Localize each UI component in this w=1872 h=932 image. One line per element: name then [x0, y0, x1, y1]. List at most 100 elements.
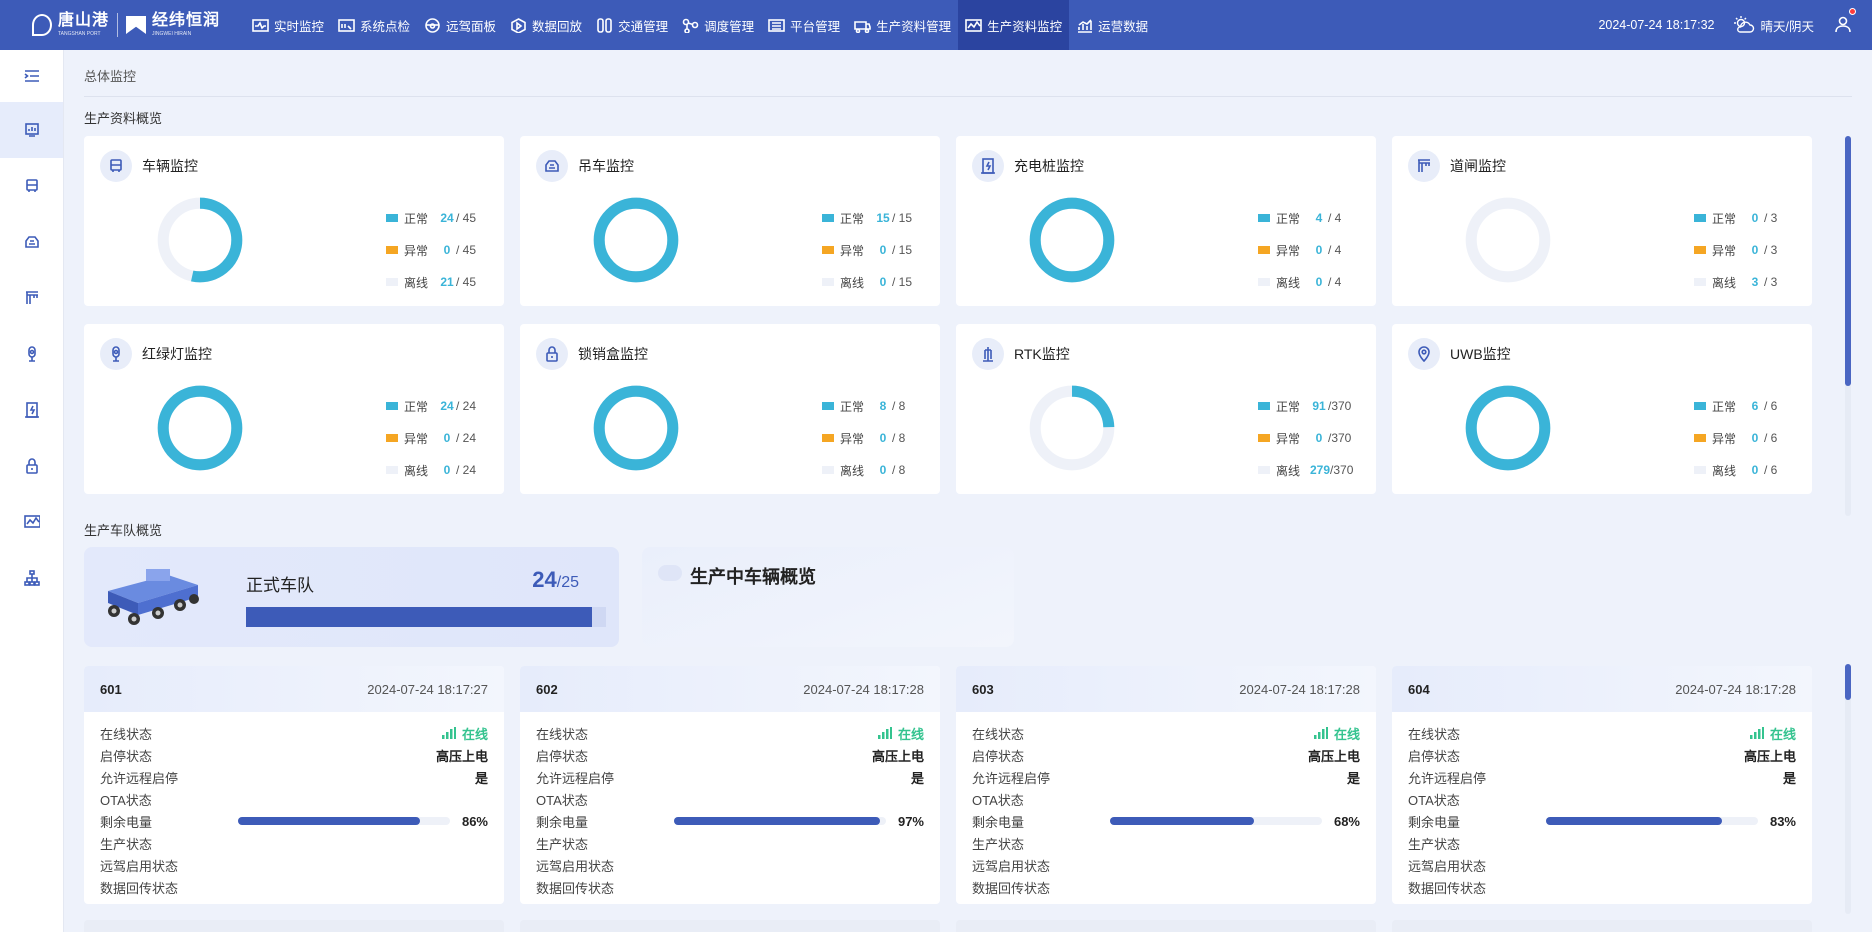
online-status-row: 在线状态 在线 [1408, 722, 1796, 744]
vehicle-field-label: 远驾启用状态 [536, 858, 615, 874]
status-donut-chart [593, 197, 679, 283]
main-content: 总体监控 生产资料概览 车辆监控 正常 24/ 45 异常 0/ 45 离线 21/ 45 吊… [64, 50, 1872, 932]
legend-normal-swatch [386, 402, 398, 410]
nav-item-1[interactable]: 实时监控 [245, 0, 331, 50]
next-vehicle-card [956, 920, 1376, 932]
sidebar-item-lock[interactable] [0, 438, 63, 494]
monitor-card[interactable]: RTK监控 正常 91/370 异常 0/370 离线 279/370 [956, 324, 1376, 494]
nav-item-5[interactable]: 交通管理 [589, 0, 675, 50]
monitor-card[interactable]: 充电桩监控 正常 4 / 4 异常 0 / 4 离线 0 / 4 [956, 136, 1376, 306]
remote-drive-row: 远驾启用状态 [100, 854, 488, 876]
fleet-card[interactable]: 正式车队 24/25 [84, 547, 619, 647]
legend-abnormal: 异常 0 / 45 [386, 234, 476, 266]
monitor-title: 红绿灯监控 [142, 346, 212, 362]
nav-item-2[interactable]: 系统点检 [331, 0, 417, 50]
traffic-light-icon [27, 346, 36, 362]
legend-normal-label: 正常 [1276, 211, 1301, 226]
vehicle-field-label: 剩余电量 [100, 814, 153, 830]
online-status-row: 在线状态 在线 [100, 722, 488, 744]
legend-offline-label: 离线 [840, 463, 865, 478]
traffic-icon [597, 17, 612, 33]
legend-offline: 离线 0 / 8 [822, 454, 905, 486]
monitor-scrollbar[interactable] [1845, 136, 1851, 516]
sidebar-item-network[interactable] [0, 550, 63, 606]
monitor-card[interactable]: 吊车监控 正常 15/ 15 异常 0/ 15 离线 0/ 15 [520, 136, 940, 306]
normal-count: 24 [440, 399, 454, 413]
remote-start-row: 允许远程启停 是 [1408, 766, 1796, 788]
monitor-card[interactable]: UWB监控 正常 6 / 6 异常 0 / 6 离线 0 / 6 [1392, 324, 1812, 494]
nav-item-4[interactable]: 数据回放 [503, 0, 589, 50]
nav-item-3[interactable]: 远驾面板 [417, 0, 503, 50]
vehicle-card[interactable]: 602 2024-07-24 18:17:28 在线状态 在线 启停状态 高压上电 允许远程… [520, 666, 940, 904]
monitor-icon-badge [536, 150, 568, 182]
sidebar-item-vehicle[interactable] [0, 158, 63, 214]
vehicle-field-label: 数据回传状态 [536, 880, 615, 896]
legend-offline: 离线 0 / 15 [822, 266, 912, 298]
vehicle-field-label: 启停状态 [536, 748, 589, 764]
battery-percent: 83% [1769, 813, 1796, 829]
sidebar-item-dashboard[interactable] [0, 102, 63, 158]
production-status-row: 生产状态 [536, 832, 924, 854]
power-status-row: 启停状态 高压上电 [972, 744, 1360, 766]
legend-offline-swatch [822, 466, 834, 474]
sidebar-item-monitor[interactable] [0, 494, 63, 550]
sidebar-item-traffic-light[interactable] [0, 326, 63, 382]
nav-item-7[interactable]: 平台管理 [761, 0, 847, 50]
monitor-card[interactable]: 红绿灯监控 正常 24/ 24 异常 0/ 24 离线 0/ 24 [84, 324, 504, 494]
user-menu[interactable] [1834, 7, 1856, 36]
nav-item-9[interactable]: 生产资料监控 [958, 0, 1070, 50]
logo-tangshan-sub: TANGSHAN PORT [58, 31, 101, 37]
vehicle-card[interactable]: 601 2024-07-24 18:17:27 在线状态 在线 启停状态 高压上电 允许远程… [84, 666, 504, 904]
nav-item-label: 远驾面板 [446, 19, 497, 34]
vehicle-field-label: 允许远程启停 [100, 770, 179, 786]
vehicle-icon [25, 179, 38, 192]
abnormal-total: / 45 [456, 243, 477, 257]
monitor-card[interactable]: 锁销盒监控 正常 8 / 8 异常 0 / 8 离线 0 / 8 [520, 324, 940, 494]
offline-count: 279 [1310, 463, 1331, 477]
abnormal-count: 0 [1315, 431, 1323, 445]
nav-item-6[interactable]: 调度管理 [675, 0, 761, 50]
sidebar-item-crane[interactable] [0, 214, 63, 270]
legend-normal-swatch [1694, 214, 1706, 222]
menu-collapse-icon[interactable] [24, 68, 40, 84]
nav-item-8[interactable]: 生产资料管理 [847, 0, 958, 50]
nav-item-label: 生产资料管理 [876, 19, 952, 34]
normal-count: 6 [1751, 399, 1759, 413]
fleet-progress-fill [246, 607, 592, 627]
legend-abnormal: 异常 0/370 [1258, 422, 1353, 454]
vehicle-card[interactable]: 604 2024-07-24 18:17:28 在线状态 在线 启停状态 高压上电 允许远程… [1392, 666, 1812, 904]
online-status-text: 在线 [897, 726, 924, 742]
monitor-icon [965, 18, 982, 32]
next-vehicle-card [520, 920, 940, 932]
vehicle-id: 602 [536, 681, 558, 697]
vehicle-field-label: 生产状态 [536, 836, 589, 852]
vehicle-scrollbar[interactable] [1845, 664, 1851, 914]
vehicle-scrollbar-thumb[interactable] [1845, 664, 1851, 700]
next-vehicle-card [84, 920, 504, 932]
normal-count: 91 [1312, 399, 1326, 413]
monitor-scrollbar-thumb[interactable] [1845, 136, 1851, 386]
battery-indicator: 68% [1110, 814, 1360, 829]
normal-total: / 4 [1328, 211, 1342, 225]
legend-abnormal: 异常 0 / 4 [1258, 234, 1341, 266]
abnormal-count: 0 [443, 431, 451, 445]
steering-icon [425, 17, 440, 33]
vehicle-card[interactable]: 603 2024-07-24 18:17:28 在线状态 在线 启停状态 高压上电 允许远程… [956, 666, 1376, 904]
sidebar-item-charger[interactable] [0, 382, 63, 438]
monitor-card[interactable]: 道闸监控 正常 0 / 3 异常 0 / 3 离线 3 / 3 [1392, 136, 1812, 306]
sidebar-item-gate[interactable] [0, 270, 63, 326]
legend-normal: 正常 6 / 6 [1694, 390, 1777, 422]
legend-normal-label: 正常 [1276, 399, 1301, 414]
nav-item-10[interactable]: 运营数据 [1069, 0, 1155, 50]
online-status-row: 在线状态 在线 [972, 722, 1360, 744]
user-icon[interactable] [1834, 15, 1852, 33]
production-overview-card[interactable]: 生产中车辆概览 [642, 547, 1014, 647]
online-status: 在线 [1313, 724, 1360, 743]
network-icon [23, 570, 40, 586]
donut-normal-segment [593, 197, 679, 283]
sidebar-toggle[interactable] [0, 50, 63, 102]
ota-status-row: OTA状态 [972, 788, 1360, 810]
monitor-card[interactable]: 车辆监控 正常 24/ 45 异常 0/ 45 离线 21/ 45 [84, 136, 504, 306]
truck-icon [854, 20, 871, 33]
legend-offline-swatch [1258, 278, 1270, 286]
